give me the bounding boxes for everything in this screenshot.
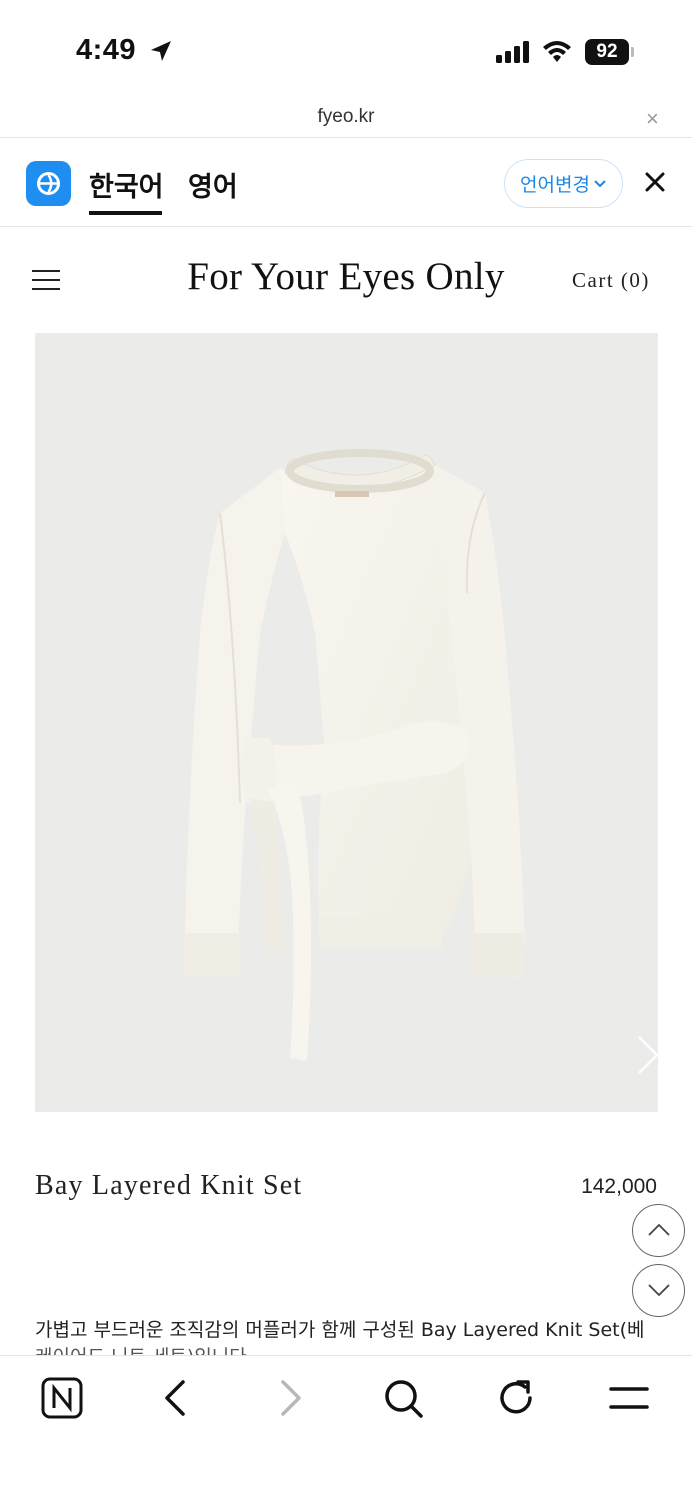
reload-icon[interactable] [494,1376,538,1420]
scroll-down-button[interactable] [632,1264,685,1317]
forward-icon[interactable] [268,1376,312,1420]
status-time: 4:49 [76,34,137,66]
product-image[interactable] [35,333,658,1112]
url-close-button[interactable]: × [646,106,659,132]
battery-icon: 92 [585,39,635,65]
search-icon[interactable] [381,1376,425,1420]
chevron-down-icon [594,179,606,187]
product-name: Bay Layered Knit Set [35,1170,303,1201]
change-language-button[interactable]: 언어변경 [504,159,623,208]
naver-home-icon[interactable] [40,1376,84,1420]
menu-icon[interactable] [607,1376,651,1420]
url-text[interactable]: fyeo.kr [0,106,692,128]
translate-logo-icon [26,161,71,206]
active-tab-indicator [89,211,162,215]
chevron-down-icon [648,1284,670,1297]
change-language-label: 언어변경 [520,174,590,196]
address-bar[interactable]: fyeo.kr × [0,100,692,138]
close-icon[interactable] [643,170,667,194]
translate-bar: 한국어 영어 언어변경 [0,139,692,227]
cart-link[interactable]: Cart (0) [572,268,650,293]
product-price: 142,000 [581,1175,657,1198]
browser-toolbar [0,1355,692,1500]
tab-english[interactable]: 영어 [188,165,238,204]
site-header: For Your Eyes Only Cart (0) [0,228,692,332]
scroll-up-button[interactable] [632,1204,685,1257]
wifi-icon [543,41,571,62]
chevron-up-icon [648,1223,670,1236]
status-bar: 4:49 92 [0,0,692,100]
cellular-signal-icon [496,41,529,63]
battery-level: 92 [585,39,629,65]
chevron-right-icon[interactable] [635,1033,658,1077]
tab-korean[interactable]: 한국어 [89,165,164,204]
knit-sweater-image [185,449,525,1061]
location-arrow-icon [151,41,171,61]
back-icon[interactable] [154,1376,198,1420]
